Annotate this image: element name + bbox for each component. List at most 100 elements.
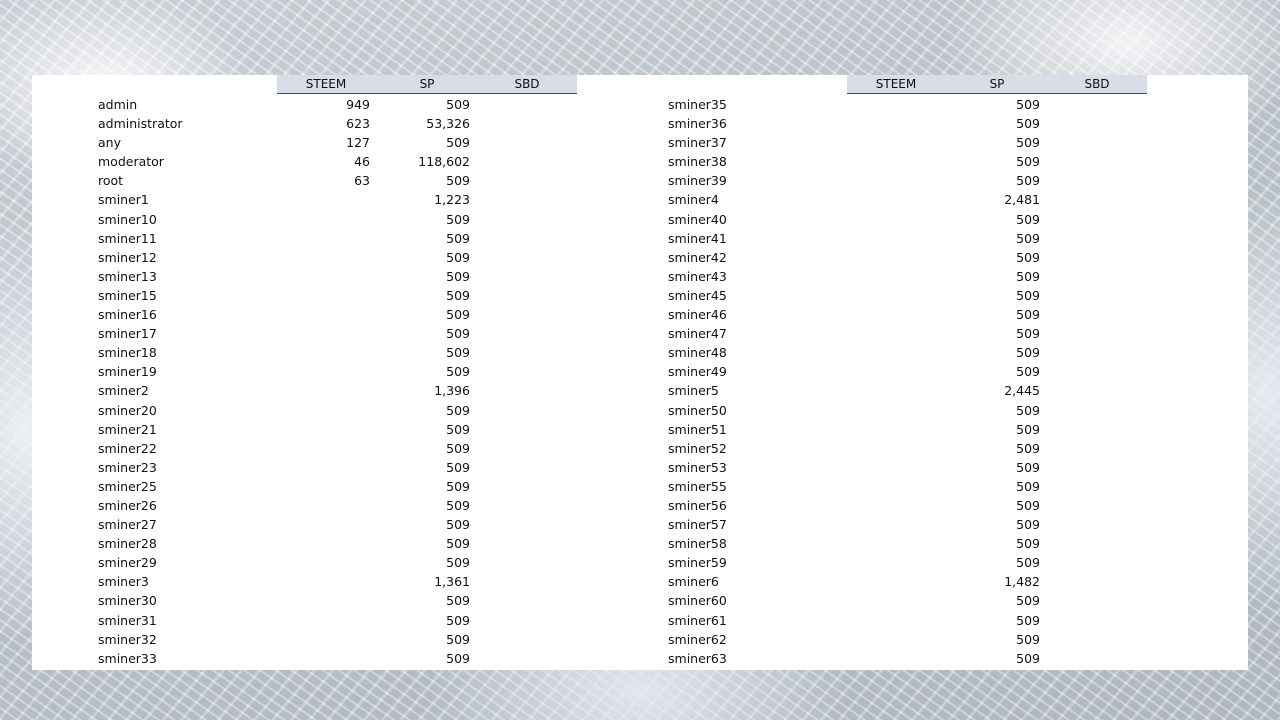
account-name: sminer33 bbox=[98, 650, 157, 666]
sp-value: 509 bbox=[446, 326, 470, 342]
sp-value: 509 bbox=[446, 173, 470, 189]
account-name: sminer25 bbox=[98, 478, 157, 494]
account-name: sminer43 bbox=[668, 268, 727, 284]
account-name: moderator bbox=[98, 154, 164, 170]
sp-value: 509 bbox=[446, 478, 470, 494]
sp-value: 509 bbox=[1016, 536, 1040, 552]
sp-value: 509 bbox=[1016, 593, 1040, 609]
account-name: sminer21 bbox=[98, 421, 157, 437]
account-name: sminer18 bbox=[98, 345, 157, 361]
account-name: sminer63 bbox=[668, 650, 727, 666]
sp-value: 509 bbox=[1016, 97, 1040, 112]
account-name: sminer32 bbox=[98, 631, 157, 647]
account-name: sminer39 bbox=[668, 173, 727, 189]
sp-value: 509 bbox=[1016, 287, 1040, 303]
sp-value: 509 bbox=[1016, 211, 1040, 227]
account-name: sminer4 bbox=[668, 192, 719, 208]
account-name: sminer42 bbox=[668, 249, 727, 265]
account-name: sminer22 bbox=[98, 440, 157, 456]
account-name: sminer23 bbox=[98, 459, 157, 475]
steem-value: 46 bbox=[354, 154, 370, 170]
sp-value: 509 bbox=[1016, 650, 1040, 666]
account-name: sminer11 bbox=[98, 230, 157, 246]
sp-value: 509 bbox=[1016, 459, 1040, 475]
sp-value: 118,602 bbox=[418, 154, 470, 170]
account-name: administrator bbox=[98, 116, 183, 132]
account-name: sminer3 bbox=[98, 574, 149, 590]
header-sbd: SBD bbox=[1084, 77, 1110, 91]
account-name: sminer41 bbox=[668, 230, 727, 246]
spreadsheet-slide: STEEM SP SBD admin 949 509 administrator 623… bbox=[32, 75, 1248, 670]
right-table-header: STEEM SP SBD bbox=[847, 75, 1147, 94]
account-name: sminer6 bbox=[668, 574, 719, 590]
sp-value: 509 bbox=[446, 307, 470, 323]
account-name: sminer16 bbox=[98, 307, 157, 323]
account-name: sminer60 bbox=[668, 593, 727, 609]
steem-value: 623 bbox=[346, 116, 370, 132]
account-name: sminer35 bbox=[668, 97, 727, 112]
sp-value: 509 bbox=[1016, 173, 1040, 189]
sp-value: 509 bbox=[1016, 497, 1040, 513]
sp-value: 509 bbox=[446, 650, 470, 666]
account-name: sminer2 bbox=[98, 383, 149, 399]
sp-value: 509 bbox=[1016, 612, 1040, 628]
sp-value: 509 bbox=[446, 287, 470, 303]
sp-value: 509 bbox=[1016, 307, 1040, 323]
account-name: sminer58 bbox=[668, 536, 727, 552]
sp-value: 509 bbox=[1016, 268, 1040, 284]
header-steem: STEEM bbox=[875, 77, 917, 91]
sp-value: 2,445 bbox=[1004, 383, 1040, 399]
sp-value: 509 bbox=[446, 230, 470, 246]
account-name: sminer48 bbox=[668, 345, 727, 361]
account-name: sminer19 bbox=[98, 364, 157, 380]
header-sp: SP bbox=[419, 77, 435, 91]
account-name: sminer5 bbox=[668, 383, 719, 399]
sp-value: 2,481 bbox=[1004, 192, 1040, 208]
sp-value: 509 bbox=[1016, 555, 1040, 571]
account-name: sminer15 bbox=[98, 287, 157, 303]
account-name: sminer38 bbox=[668, 154, 727, 170]
header-sbd: SBD bbox=[514, 77, 540, 91]
sp-value: 1,396 bbox=[434, 383, 470, 399]
sp-value: 1,482 bbox=[1004, 574, 1040, 590]
sp-value: 509 bbox=[446, 536, 470, 552]
sp-value: 509 bbox=[1016, 249, 1040, 265]
sp-value: 509 bbox=[446, 631, 470, 647]
sp-value: 509 bbox=[446, 497, 470, 513]
account-name: sminer55 bbox=[668, 478, 727, 494]
account-name: sminer56 bbox=[668, 497, 727, 513]
sp-value: 509 bbox=[446, 97, 470, 112]
account-name: sminer12 bbox=[98, 249, 157, 265]
sp-value: 509 bbox=[446, 459, 470, 475]
sp-value: 509 bbox=[1016, 631, 1040, 647]
account-name: sminer20 bbox=[98, 402, 157, 418]
account-name: sminer28 bbox=[98, 536, 157, 552]
account-name: sminer26 bbox=[98, 497, 157, 513]
account-name: sminer50 bbox=[668, 402, 727, 418]
sp-value: 509 bbox=[446, 402, 470, 418]
account-name: any bbox=[98, 135, 121, 151]
sp-value: 509 bbox=[446, 421, 470, 437]
sp-value: 509 bbox=[446, 268, 470, 284]
account-name: sminer49 bbox=[668, 364, 727, 380]
steem-value: 63 bbox=[354, 173, 370, 189]
sp-value: 509 bbox=[446, 440, 470, 456]
sp-value: 509 bbox=[1016, 440, 1040, 456]
account-name: sminer57 bbox=[668, 517, 727, 533]
sp-value: 509 bbox=[1016, 364, 1040, 380]
sp-value: 509 bbox=[1016, 326, 1040, 342]
sp-value: 509 bbox=[446, 135, 470, 151]
account-name: sminer53 bbox=[668, 459, 727, 475]
account-name: sminer27 bbox=[98, 517, 157, 533]
account-name: sminer51 bbox=[668, 421, 727, 437]
account-name: sminer40 bbox=[668, 211, 727, 227]
sp-value: 509 bbox=[1016, 154, 1040, 170]
sp-value: 509 bbox=[1016, 421, 1040, 437]
sp-value: 1,361 bbox=[434, 574, 470, 590]
sp-value: 53,326 bbox=[426, 116, 470, 132]
account-name: sminer52 bbox=[668, 440, 727, 456]
account-name: sminer10 bbox=[98, 211, 157, 227]
sp-value: 509 bbox=[1016, 478, 1040, 494]
account-name: sminer61 bbox=[668, 612, 727, 628]
sp-value: 509 bbox=[446, 249, 470, 265]
